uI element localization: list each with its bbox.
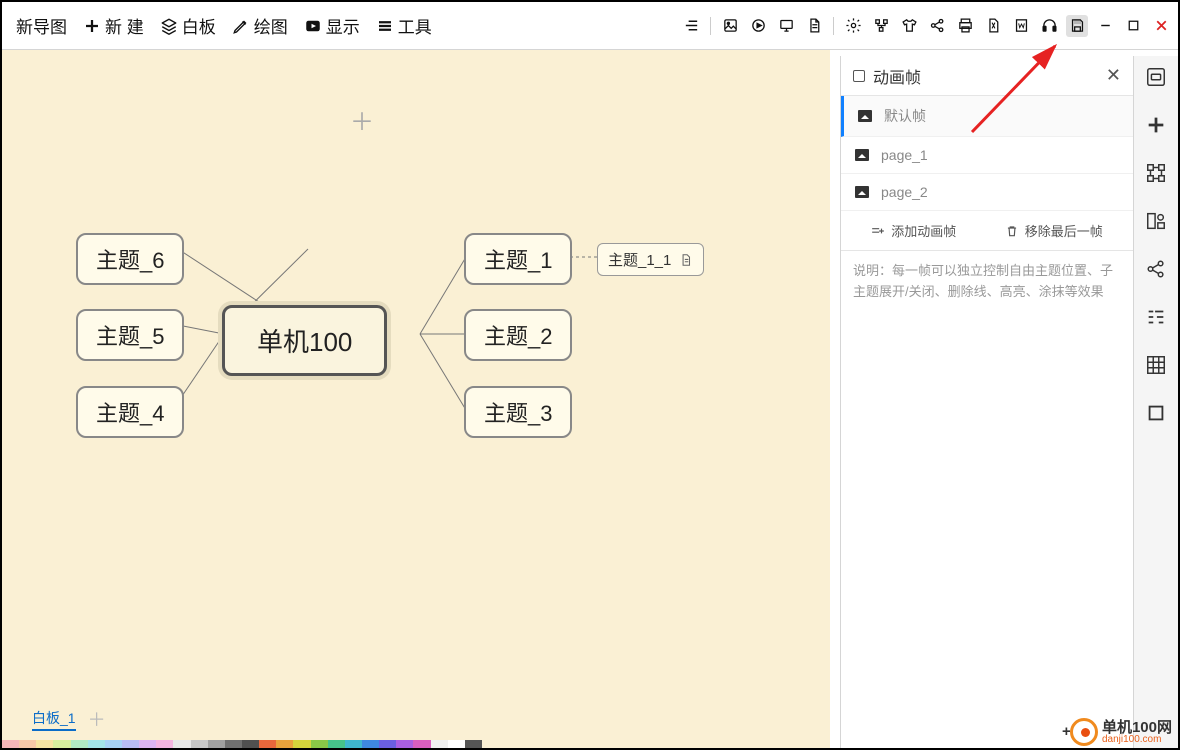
right-icon-rail bbox=[1133, 56, 1178, 748]
new-button[interactable]: 新 建 bbox=[83, 13, 144, 38]
note-icon bbox=[679, 253, 693, 267]
panel-close-button[interactable]: ✕ bbox=[1106, 65, 1121, 86]
panel-title-icon bbox=[853, 70, 865, 82]
close-icon[interactable] bbox=[1150, 15, 1172, 37]
save-icon[interactable] bbox=[1066, 15, 1088, 37]
minimize-icon[interactable] bbox=[1094, 15, 1116, 37]
pdf-icon[interactable] bbox=[982, 15, 1004, 37]
word-icon[interactable] bbox=[1010, 15, 1032, 37]
rail-node-icon[interactable] bbox=[1141, 62, 1171, 92]
main-toolbar: 新导图 新 建 白板 绘图 显示 工具 bbox=[2, 2, 1178, 50]
rail-outline-icon[interactable] bbox=[1141, 302, 1171, 332]
rail-layout-icon[interactable] bbox=[1141, 206, 1171, 236]
topic-4-node[interactable]: 主题_4 bbox=[76, 386, 184, 438]
frame-item-page1[interactable]: page_1 bbox=[841, 137, 1133, 174]
remove-frame-button[interactable]: 移除最后一帧 bbox=[1005, 221, 1103, 240]
show-button[interactable]: 显示 bbox=[304, 13, 360, 38]
center-node[interactable]: 单机100 bbox=[222, 305, 387, 376]
sitemap-icon[interactable] bbox=[870, 15, 892, 37]
trash-icon bbox=[1005, 224, 1019, 238]
animation-panel: 动画帧 ✕ 默认帧 page_1 page_2 添加动画帧 移除最后一帧 说明： bbox=[840, 56, 1133, 748]
frame-thumb-icon bbox=[855, 186, 869, 198]
canvas-area[interactable]: ＋ 单机100 主题_6 主题_5 主题_4 主题_1 主题_2 主题_3 主题… bbox=[2, 50, 830, 748]
menu-icon bbox=[376, 17, 394, 35]
color-strip[interactable] bbox=[2, 740, 482, 748]
rail-square-icon[interactable] bbox=[1141, 398, 1171, 428]
add-frame-icon bbox=[871, 224, 885, 238]
rail-structure-icon[interactable] bbox=[1141, 158, 1171, 188]
maximize-icon[interactable] bbox=[1122, 15, 1144, 37]
topic-3-node[interactable]: 主题_3 bbox=[464, 386, 572, 438]
pencil-icon bbox=[232, 17, 250, 35]
brand-label: 新导图 bbox=[16, 13, 67, 38]
cursor-plus-icon: ＋ bbox=[350, 102, 374, 137]
frame-item-page2[interactable]: page_2 bbox=[841, 174, 1133, 211]
bottom-tabs: 白板_1 ＋ bbox=[32, 706, 106, 732]
play-icon bbox=[304, 17, 322, 35]
watermark: + 单机100网danji100.com bbox=[1070, 718, 1172, 746]
gear-icon[interactable] bbox=[842, 15, 864, 37]
shirt-icon[interactable] bbox=[898, 15, 920, 37]
align-icon[interactable] bbox=[680, 15, 702, 37]
rail-share-icon[interactable] bbox=[1141, 254, 1171, 284]
whiteboard-button[interactable]: 白板 bbox=[160, 13, 216, 38]
add-tab-button[interactable]: ＋ bbox=[88, 706, 106, 732]
panel-note: 说明：每一帧可以独立控制自由主题位置、子主题展开/关闭、删除线、高亮、涂抹等效果 bbox=[841, 251, 1133, 313]
plus-icon bbox=[83, 17, 101, 35]
frame-thumb-icon bbox=[858, 110, 872, 122]
topic-2-node[interactable]: 主题_2 bbox=[464, 309, 572, 361]
whiteboard-tab[interactable]: 白板_1 bbox=[32, 708, 76, 731]
headset-icon[interactable] bbox=[1038, 15, 1060, 37]
print-icon[interactable] bbox=[954, 15, 976, 37]
image-icon[interactable] bbox=[719, 15, 741, 37]
rail-grid-icon[interactable] bbox=[1141, 350, 1171, 380]
topic-5-node[interactable]: 主题_5 bbox=[76, 309, 184, 361]
monitor-icon[interactable] bbox=[775, 15, 797, 37]
topic-6-node[interactable]: 主题_6 bbox=[76, 233, 184, 285]
topic-1-1-node[interactable]: 主题_1_1 bbox=[597, 243, 704, 276]
tools-button[interactable]: 工具 bbox=[376, 13, 432, 38]
draw-button[interactable]: 绘图 bbox=[232, 13, 288, 38]
doc-icon[interactable] bbox=[803, 15, 825, 37]
layers-icon bbox=[160, 17, 178, 35]
add-frame-button[interactable]: 添加动画帧 bbox=[871, 221, 956, 240]
frame-thumb-icon bbox=[855, 149, 869, 161]
panel-title: 动画帧 bbox=[853, 64, 921, 88]
play-circle-icon[interactable] bbox=[747, 15, 769, 37]
share-icon[interactable] bbox=[926, 15, 948, 37]
frame-item-default[interactable]: 默认帧 bbox=[841, 96, 1133, 137]
topic-1-node[interactable]: 主题_1 bbox=[464, 233, 572, 285]
rail-add-icon[interactable] bbox=[1141, 110, 1171, 140]
